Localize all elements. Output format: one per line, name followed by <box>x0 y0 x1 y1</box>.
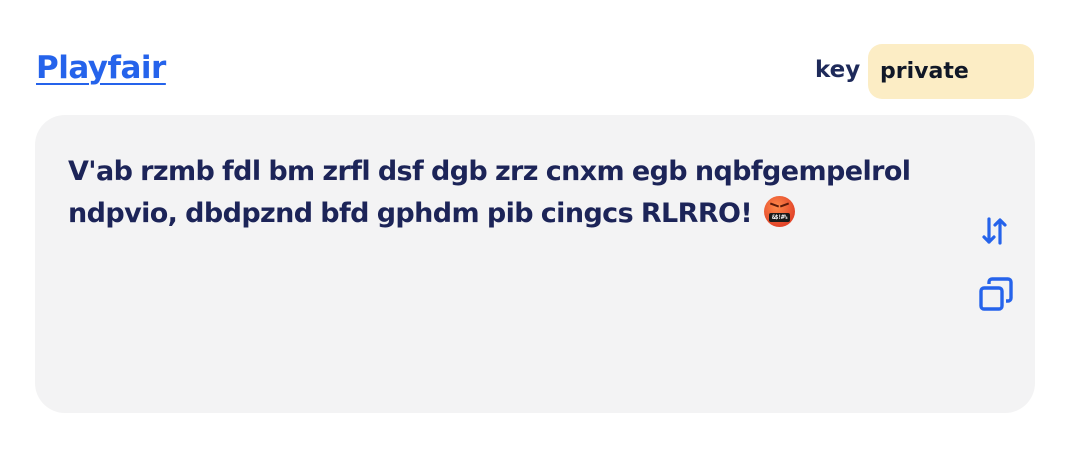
copy-button[interactable] <box>975 273 1017 315</box>
swap-direction-button[interactable] <box>977 213 1013 249</box>
swap-vertical-icon <box>982 217 1007 245</box>
copy-icon <box>979 277 1013 311</box>
output-text-block: V'ab rzmb fdl bm zrfl dsf dgb zrz cnxm e… <box>68 151 963 235</box>
output-panel: V'ab rzmb fdl bm zrfl dsf dgb zrz cnxm e… <box>35 115 1035 413</box>
key-input[interactable] <box>868 44 1034 99</box>
cipher-title-link[interactable]: Playfair <box>36 50 166 86</box>
key-label: key <box>815 57 861 83</box>
swearing-face-emoji: &$!#% <box>763 196 795 227</box>
emoji-mouth-symbols: &$!#% <box>768 213 790 222</box>
